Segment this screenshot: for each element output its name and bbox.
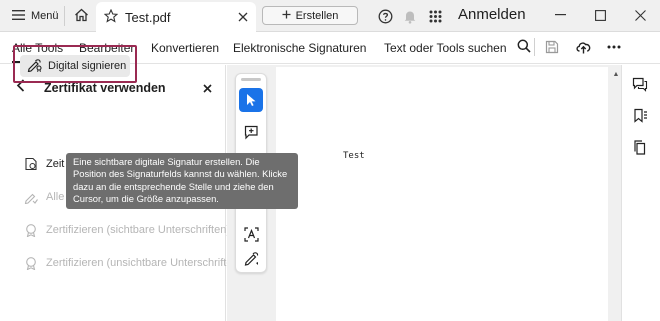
upload-cloud-icon[interactable] — [574, 38, 592, 56]
minimize-icon[interactable] — [546, 4, 574, 26]
drag-handle[interactable] — [241, 78, 261, 81]
menu-label: Menü — [31, 10, 59, 22]
digital-sign-label: Digital signieren — [48, 60, 127, 72]
create-button[interactable]: Erstellen — [262, 6, 358, 25]
tool-search[interactable]: Text oder Tools suchen — [384, 39, 531, 56]
signin-link[interactable]: Anmelden — [458, 6, 526, 23]
panel-title: Zertifikat verwenden — [44, 81, 166, 95]
create-label: Erstellen — [295, 9, 339, 22]
document-tab[interactable]: Test.pdf — [96, 2, 256, 32]
certify-visible-label: Zertifizieren (sichtbare Unterschriften) — [46, 224, 231, 236]
tooltip: Eine sichtbare digitale Signatur erstell… — [66, 153, 298, 209]
scroll-up-arrow-icon[interactable]: ▲ — [612, 70, 620, 78]
page-content-text: Test — [343, 151, 365, 161]
home-icon — [74, 8, 89, 25]
pen-draw-icon[interactable] — [239, 246, 263, 270]
bookmark-icon[interactable] — [629, 104, 651, 126]
verify-pen-icon — [23, 190, 38, 205]
tab-title: Test.pdf — [125, 9, 171, 25]
add-comment-icon[interactable] — [239, 120, 263, 144]
certify-visible-item[interactable]: Zertifizieren (sichtbare Unterschriften) — [23, 221, 230, 239]
menu-button[interactable]: Menü — [6, 6, 65, 26]
tab-elektronische-signaturen[interactable]: Elektronische Signaturen — [233, 41, 366, 55]
search-label: Text oder Tools suchen — [384, 40, 507, 55]
sign-pen-icon — [27, 58, 42, 75]
window-close-icon[interactable] — [626, 4, 654, 26]
divider — [64, 6, 65, 26]
certificate-icon — [23, 256, 38, 271]
plus-icon — [282, 10, 291, 22]
bell-icon[interactable] — [401, 7, 419, 25]
home-button[interactable] — [70, 6, 92, 26]
apps-grid-icon[interactable] — [426, 7, 444, 25]
more-options-icon[interactable] — [605, 38, 623, 56]
title-bar: Menü Test.pdf Erstellen Anmelden — [0, 0, 660, 32]
help-icon[interactable] — [376, 7, 394, 25]
certify-invisible-item[interactable]: Zertifizieren (unsichtbare Unterschrifte… — [23, 254, 242, 272]
timestamp-item[interactable]: Zeit — [23, 155, 64, 173]
validate-all-label: Alle — [46, 191, 65, 203]
tab-konvertieren[interactable]: Konvertieren — [151, 41, 219, 55]
divider — [534, 38, 535, 56]
close-icon[interactable] — [238, 9, 248, 26]
select-cursor-icon[interactable] — [239, 88, 263, 112]
comments-icon[interactable] — [629, 73, 651, 95]
pages-icon[interactable] — [629, 136, 651, 158]
validate-all-item[interactable]: Alle — [23, 188, 64, 206]
pdf-page[interactable] — [276, 67, 608, 321]
timestamp-label: Zeit — [46, 158, 65, 170]
maximize-icon[interactable] — [586, 4, 614, 26]
certify-invisible-label: Zertifizieren (unsichtbare Unterschrifte… — [46, 257, 243, 269]
certificate-icon — [23, 223, 38, 238]
hamburger-menu-icon — [12, 9, 25, 23]
text-select-icon[interactable] — [239, 222, 263, 246]
save-icon[interactable] — [543, 38, 561, 56]
clock-icon — [23, 157, 38, 172]
digital-sign-button[interactable]: Digital signieren — [20, 55, 130, 77]
close-icon[interactable] — [203, 80, 212, 96]
search-icon[interactable] — [517, 39, 531, 56]
star-icon[interactable] — [103, 8, 119, 26]
